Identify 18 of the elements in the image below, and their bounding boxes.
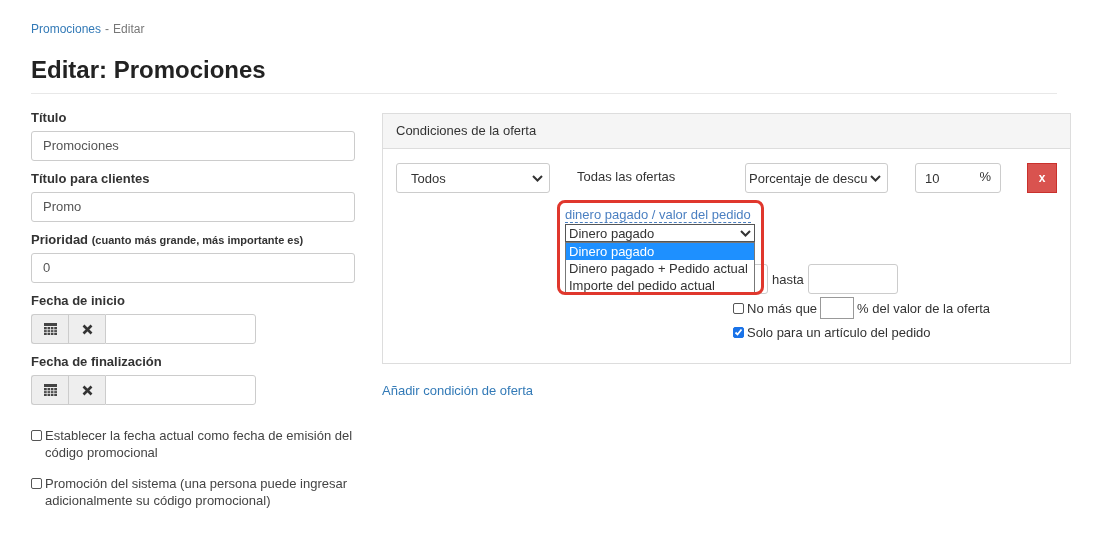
field-label: Fecha de finalización <box>31 354 162 369</box>
panel-title: Condiciones de la oferta <box>396 123 537 138</box>
range-label: hasta <box>772 271 804 287</box>
unit-label: % <box>979 168 991 184</box>
offers-text: Todas las ofertas <box>577 168 677 184</box>
checkbox-label: No más que <box>747 300 818 316</box>
checkbox-label: Promoción del sistema (una persona puede ingresar adicionalmente su código promocional) <box>45 475 349 509</box>
checkbox-label: Establecer la fecha actual como fecha de emisión del código promocional <box>45 427 354 461</box>
field-label: Prioridad <box>31 232 89 247</box>
field-label: Título <box>31 110 67 125</box>
checkbox-label: Solo para un artículo del pedido <box>747 324 931 340</box>
breadcrumb-current: Editar <box>113 22 145 36</box>
checkbox-label-suffix: % del valor de la oferta <box>857 300 991 316</box>
field-hint: (cuanto más grande, más importante es) <box>91 234 304 246</box>
field-label: Título para clientes <box>31 171 150 186</box>
field-label: Fecha de inicio <box>31 293 125 308</box>
page-title: Editar: Promociones <box>31 56 1057 94</box>
breadcrumb-separator: - <box>105 22 110 36</box>
